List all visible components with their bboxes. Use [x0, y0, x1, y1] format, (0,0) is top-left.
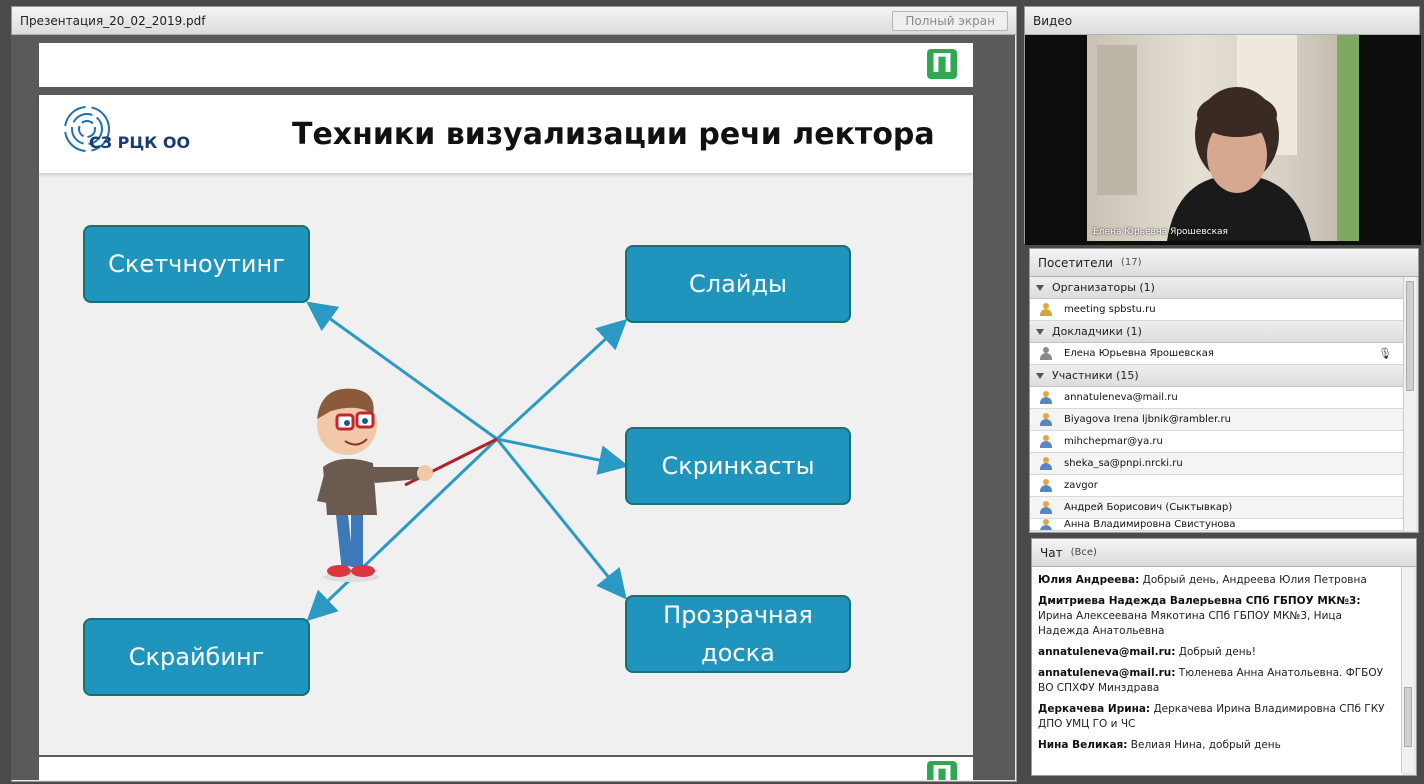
video-header: Видео	[1025, 7, 1419, 35]
slide-viewport: П СЗ РЦК ОО Техники визуализации речи ле…	[11, 35, 1015, 780]
box-whiteboard-line2: доска	[701, 639, 775, 667]
microphone-icon: 🎙	[1378, 347, 1392, 360]
chat-text: Велиая Нина, добрый день	[1127, 739, 1281, 751]
politech-logo: П	[927, 49, 957, 79]
fullscreen-button[interactable]: Полный экран	[892, 10, 1008, 31]
chat-author: annatuleneva@mail.ru:	[1038, 667, 1176, 679]
attendees-pod: Посетители (17) Организаторы (1) meeting…	[1029, 248, 1419, 533]
collapse-triangle-icon	[1036, 328, 1044, 335]
user-icon	[1040, 479, 1052, 492]
attendee-name: mihchepmar@ya.ru	[1064, 436, 1163, 447]
attendee-name: sheka_sa@pnpi.nrcki.ru	[1064, 458, 1183, 469]
video-caption: Елена Юрьевна Ярошевская	[1093, 227, 1228, 237]
attendee-name: meeting spbstu.ru	[1064, 304, 1156, 315]
host-user-icon	[1040, 303, 1052, 316]
attendee-row[interactable]: Андрей Борисович (Сыктывкар)	[1030, 497, 1404, 519]
box-slides: Слайды	[625, 245, 851, 323]
chat-message: Юлия Андреева: Добрый день, Андреева Юли…	[1032, 573, 1402, 588]
attendee-name: Biyagova Irena ljbnik@rambler.ru	[1064, 414, 1231, 425]
group-presenters-label: Докладчики (1)	[1052, 325, 1142, 338]
attendees-title: Посетители	[1038, 255, 1113, 270]
chat-scope[interactable]: (Все)	[1071, 547, 1097, 558]
attendees-header: Посетители (17)	[1030, 249, 1418, 277]
presentation-header: Презентация_20_02_2019.pdf Полный экран	[12, 7, 1016, 35]
politech-logo-next: П	[927, 761, 957, 780]
attendees-list: Организаторы (1) meeting spbstu.ru Докла…	[1030, 277, 1404, 531]
attendee-row[interactable]: annatuleneva@mail.ru	[1030, 387, 1404, 409]
chat-text: Добрый день, Андреева Юлия Петровна	[1139, 574, 1367, 586]
user-icon	[1040, 435, 1052, 448]
previous-slide-bottom: П	[39, 43, 973, 87]
group-organizers-label: Организаторы (1)	[1052, 281, 1155, 294]
presentation-title: Презентация_20_02_2019.pdf	[20, 13, 206, 28]
collapse-triangle-icon	[1036, 372, 1044, 379]
chat-title: Чат	[1040, 545, 1063, 560]
attendees-count: (17)	[1120, 257, 1142, 268]
speaker-image	[1097, 35, 1359, 241]
chat-author: Юлия Андреева:	[1038, 574, 1140, 586]
chat-scroll-thumb[interactable]	[1404, 687, 1412, 747]
user-icon	[1040, 457, 1052, 470]
chat-author: Дмитриева Надежда Валерьевна СПб ГБПОУ М…	[1038, 595, 1361, 607]
video-title: Видео	[1033, 13, 1073, 28]
next-slide-top: П	[39, 757, 973, 780]
group-participants[interactable]: Участники (15)	[1030, 365, 1404, 387]
chat-author: Деркачева Ирина:	[1038, 703, 1151, 715]
attendee-name: Андрей Борисович (Сыктывкар)	[1064, 502, 1233, 513]
chat-scrollbar[interactable]	[1401, 567, 1414, 773]
user-icon	[1040, 391, 1052, 404]
box-scribing: Скрайбинг	[83, 618, 310, 696]
chat-message: Дмитриева Надежда Валерьевна СПб ГБПОУ М…	[1032, 594, 1402, 639]
presenter-icon	[1040, 347, 1052, 360]
video-frame: Елена Юрьевна Ярошевская	[1087, 35, 1359, 241]
attendee-name: zavgor	[1064, 480, 1098, 491]
box-screencasts: Скринкасты	[625, 427, 851, 505]
lecturer-illustration	[317, 388, 433, 582]
current-slide: СЗ РЦК ОО Техники визуализации речи лект…	[39, 95, 973, 755]
chat-text: Добрый день!	[1175, 646, 1256, 658]
chat-author: Нина Великая:	[1038, 739, 1128, 751]
chat-message: Деркачева Ирина: Деркачева Ирина Владими…	[1032, 702, 1402, 732]
chat-pod: Чат (Все) Юлия Андреева: Добрый день, Ан…	[1031, 538, 1417, 776]
collapse-triangle-icon	[1036, 284, 1044, 291]
attendee-row[interactable]: zavgor	[1030, 475, 1404, 497]
attendees-scrollbar[interactable]	[1403, 277, 1416, 531]
chat-messages: Юлия Андреева: Добрый день, Андреева Юли…	[1032, 567, 1402, 775]
chat-header: Чат (Все)	[1032, 539, 1416, 567]
chat-message: annatuleneva@mail.ru: Добрый день!	[1032, 645, 1402, 660]
user-icon	[1040, 413, 1052, 426]
chat-text: Ирина Алексеевана Мякотина СПб ГБПОУ МК№…	[1038, 610, 1342, 637]
chat-author: annatuleneva@mail.ru:	[1038, 646, 1176, 658]
attendee-row[interactable]: Biyagova Irena ljbnik@rambler.ru	[1030, 409, 1404, 431]
attendee-row[interactable]: mihchepmar@ya.ru	[1030, 431, 1404, 453]
attendee-row[interactable]: sheka_sa@pnpi.nrcki.ru	[1030, 453, 1404, 475]
video-area[interactable]: Елена Юрьевна Ярошевская	[1025, 35, 1421, 245]
group-participants-label: Участники (15)	[1052, 369, 1139, 382]
box-whiteboard-line1: Прозрачная	[663, 601, 813, 629]
box-whiteboard: Прозрачная доска	[625, 595, 851, 673]
attendee-name: Анна Владимировна Свистунова	[1064, 519, 1236, 530]
attendee-row[interactable]: Анна Владимировна Свистунова	[1030, 519, 1404, 531]
attendee-name: annatuleneva@mail.ru	[1064, 392, 1178, 403]
video-pod: Видео Елена Юрьевна Ярошевская	[1024, 6, 1421, 245]
box-sketchnoting: Скетчноутинг	[83, 225, 310, 303]
attendees-scroll-thumb[interactable]	[1406, 281, 1414, 391]
chat-message: annatuleneva@mail.ru: Тюленева Анна Анат…	[1032, 666, 1402, 696]
user-icon	[1040, 519, 1052, 530]
attendee-row[interactable]: meeting spbstu.ru	[1030, 299, 1404, 321]
attendee-row[interactable]: Елена Юрьевна Ярошевская 🎙	[1030, 343, 1404, 365]
chat-message: Нина Великая: Велиая Нина, добрый день	[1032, 738, 1402, 753]
user-icon	[1040, 501, 1052, 514]
group-presenters[interactable]: Докладчики (1)	[1030, 321, 1404, 343]
arrow-to-slides	[495, 318, 628, 441]
group-organizers[interactable]: Организаторы (1)	[1030, 277, 1404, 299]
attendee-name: Елена Юрьевна Ярошевская	[1064, 348, 1214, 359]
